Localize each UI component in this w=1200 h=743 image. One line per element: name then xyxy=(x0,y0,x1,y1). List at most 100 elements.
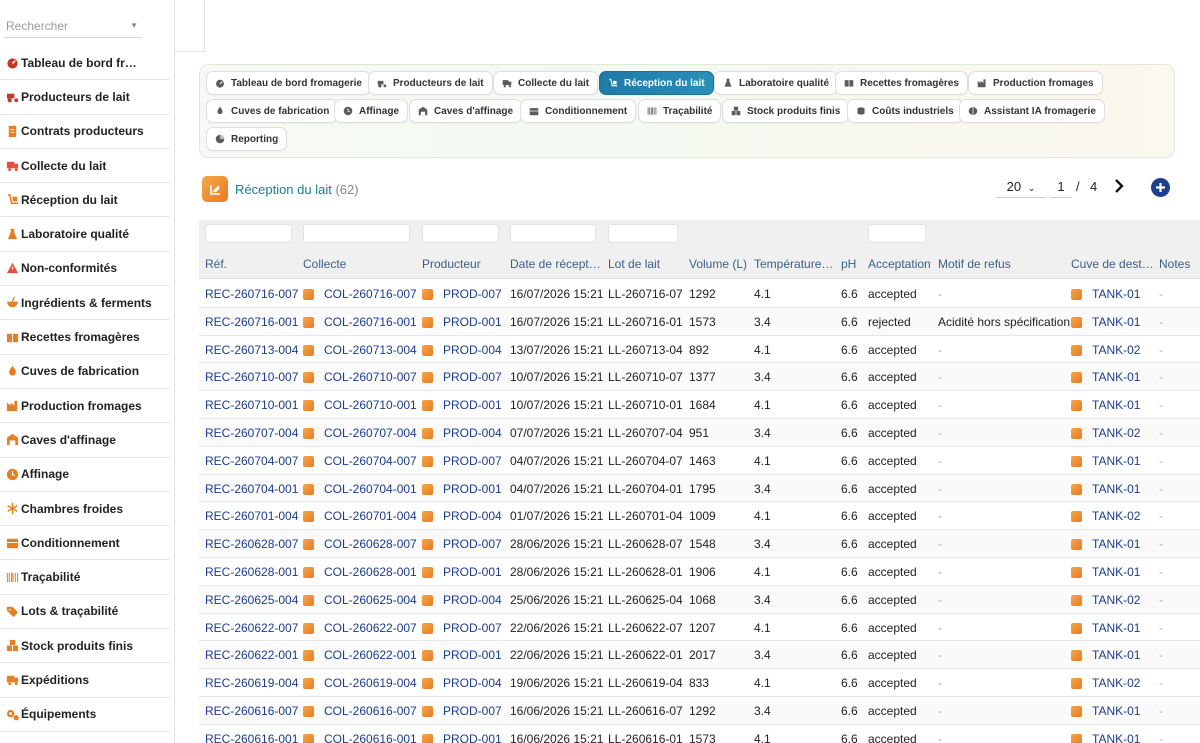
table-cell-link[interactable]: PROD-001 xyxy=(443,482,502,496)
table-cell-link[interactable]: PROD-001 xyxy=(443,732,502,743)
table-row[interactable]: REC-260625-004 COL-260625-004 PROD-004 25/0… xyxy=(199,585,1200,614)
module-tab[interactable]: Reporting xyxy=(206,127,288,151)
sidebar-item[interactable]: Collecte du lait xyxy=(0,149,170,184)
sidebar-item[interactable]: Lots & traçabilité xyxy=(0,595,170,630)
module-tab[interactable]: Laboratoire qualité xyxy=(714,71,839,95)
table-cell-link[interactable]: PROD-001 xyxy=(443,315,502,329)
table-cell-link[interactable]: COL-260716-001 xyxy=(324,315,417,329)
table-cell-link[interactable]: REC-260704-007 xyxy=(205,454,298,468)
table-cell-link[interactable]: REC-260707-004 xyxy=(205,426,298,440)
sidebar-item[interactable]: Laboratoire qualité xyxy=(0,217,170,252)
table-cell-link[interactable]: COL-260628-001 xyxy=(324,565,417,579)
module-tab[interactable]: Assistant IA fromagerie xyxy=(959,99,1105,123)
table-row[interactable]: REC-260716-007 COL-260716-007 PROD-007 16/0… xyxy=(199,280,1200,308)
table-cell-link[interactable]: REC-260628-007 xyxy=(205,537,298,551)
sidebar-item[interactable]: Contrats producteurs xyxy=(0,115,170,149)
table-row[interactable]: REC-260622-007 COL-260622-007 PROD-007 22/0… xyxy=(199,613,1200,642)
table-row[interactable]: REC-260622-001 COL-260622-001 PROD-001 22/0… xyxy=(199,641,1200,670)
table-cell-link[interactable]: TANK-01 xyxy=(1092,454,1140,468)
module-tab[interactable]: Recettes fromagères xyxy=(835,71,968,95)
sidebar-item[interactable]: Réception du lait xyxy=(0,183,170,218)
sidebar-item[interactable]: Recettes fromagères xyxy=(0,320,170,355)
table-cell-link[interactable]: REC-260625-004 xyxy=(205,593,298,607)
column-header[interactable]: Acceptation xyxy=(868,257,934,271)
table-cell-link[interactable]: TANK-01 xyxy=(1092,732,1140,743)
table-cell-link[interactable]: COL-260701-004 xyxy=(324,509,417,523)
column-header[interactable]: Volume (L) xyxy=(689,257,749,271)
table-row[interactable]: REC-260710-007 COL-260710-007 PROD-007 10/0… xyxy=(199,363,1200,392)
table-cell-link[interactable]: TANK-02 xyxy=(1092,676,1140,690)
table-row[interactable]: REC-260628-001 COL-260628-001 PROD-001 28/0… xyxy=(199,558,1200,586)
module-tab[interactable]: Production fromages xyxy=(968,71,1103,95)
search-select[interactable]: Rechercher ▼ xyxy=(4,12,142,38)
column-header[interactable]: Collecte xyxy=(303,257,418,271)
table-cell-link[interactable]: COL-260710-007 xyxy=(324,370,417,384)
table-cell-link[interactable]: REC-260713-004 xyxy=(205,343,298,357)
table-cell-link[interactable]: REC-260616-001 xyxy=(205,732,298,743)
table-cell-link[interactable]: PROD-004 xyxy=(443,676,502,690)
table-cell-link[interactable]: PROD-004 xyxy=(443,509,502,523)
sidebar-item[interactable]: Cuves de fabrication xyxy=(0,355,170,389)
table-cell-link[interactable]: PROD-007 xyxy=(443,370,502,384)
column-header[interactable]: Producteur xyxy=(422,257,507,271)
table-cell-link[interactable]: REC-260628-001 xyxy=(205,565,298,579)
table-cell-link[interactable]: COL-260616-001 xyxy=(324,732,417,743)
table-cell-link[interactable]: PROD-007 xyxy=(443,537,502,551)
table-cell-link[interactable]: REC-260622-001 xyxy=(205,648,298,662)
column-header[interactable]: Date de réception xyxy=(510,257,602,271)
table-cell-link[interactable]: COL-260704-007 xyxy=(324,454,417,468)
sidebar-item[interactable]: Conditionnement xyxy=(0,526,170,561)
table-cell-link[interactable]: TANK-01 xyxy=(1092,370,1140,384)
column-header[interactable]: Motif de refus xyxy=(938,257,1068,271)
table-cell-link[interactable]: PROD-001 xyxy=(443,398,502,412)
table-row[interactable]: REC-260713-004 COL-260713-004 PROD-004 13/0… xyxy=(199,335,1200,364)
table-cell-link[interactable]: TANK-02 xyxy=(1092,343,1140,357)
table-cell-link[interactable]: COL-260713-004 xyxy=(324,343,417,357)
module-tab[interactable]: Coûts industriels xyxy=(847,99,963,123)
table-cell-link[interactable]: TANK-01 xyxy=(1092,482,1140,496)
column-filter-input[interactable] xyxy=(422,224,499,243)
table-row[interactable]: REC-260704-001 COL-260704-001 PROD-001 04/0… xyxy=(199,474,1200,503)
table-cell-link[interactable]: COL-260707-004 xyxy=(324,426,417,440)
table-cell-link[interactable]: REC-260622-007 xyxy=(205,621,298,635)
table-cell-link[interactable]: REC-260710-001 xyxy=(205,398,298,412)
table-cell-link[interactable]: COL-260628-007 xyxy=(324,537,417,551)
table-cell-link[interactable]: REC-260716-007 xyxy=(205,287,298,301)
module-tab[interactable]: Traçabilité xyxy=(638,99,722,123)
table-row[interactable]: REC-260701-004 COL-260701-004 PROD-004 01/0… xyxy=(199,502,1200,531)
table-cell-link[interactable]: TANK-01 xyxy=(1092,648,1140,662)
table-cell-link[interactable]: REC-260616-007 xyxy=(205,704,298,718)
table-cell-link[interactable]: COL-260619-004 xyxy=(324,676,417,690)
table-row[interactable]: REC-260707-004 COL-260707-004 PROD-004 07/0… xyxy=(199,419,1200,447)
table-cell-link[interactable]: PROD-007 xyxy=(443,621,502,635)
table-cell-link[interactable]: TANK-02 xyxy=(1092,426,1140,440)
column-filter-input[interactable] xyxy=(608,224,678,243)
sidebar-item[interactable]: Équipements xyxy=(0,698,170,732)
table-cell-link[interactable]: REC-260716-001 xyxy=(205,315,298,329)
sidebar-item[interactable]: Producteurs de lait xyxy=(0,80,170,115)
table-cell-link[interactable]: REC-260619-004 xyxy=(205,676,298,690)
table-cell-link[interactable]: TANK-01 xyxy=(1092,287,1140,301)
next-page-button[interactable] xyxy=(1112,176,1128,196)
column-header[interactable]: Notes xyxy=(1159,257,1200,271)
chevron-down-icon[interactable]: ▼ xyxy=(130,21,138,30)
sidebar-item[interactable]: Traçabilité xyxy=(0,560,170,595)
table-cell-link[interactable]: PROD-004 xyxy=(443,426,502,440)
sidebar-item[interactable]: Chambres froides xyxy=(0,492,170,527)
module-tab[interactable]: Stock produits finis xyxy=(722,99,850,123)
column-header[interactable]: Réf. xyxy=(205,257,300,271)
table-row[interactable]: REC-260710-001 COL-260710-001 PROD-001 10/0… xyxy=(199,391,1200,419)
table-cell-link[interactable]: COL-260704-001 xyxy=(324,482,417,496)
table-cell-link[interactable]: TANK-01 xyxy=(1092,315,1140,329)
column-header[interactable]: Cuve de destination xyxy=(1071,257,1155,271)
table-cell-link[interactable]: TANK-01 xyxy=(1092,537,1140,551)
sidebar-item[interactable]: Affinage xyxy=(0,458,170,492)
sidebar-item[interactable]: Non-conformités xyxy=(0,252,170,287)
table-cell-link[interactable]: TANK-01 xyxy=(1092,621,1140,635)
table-cell-link[interactable]: PROD-007 xyxy=(443,704,502,718)
table-cell-link[interactable]: COL-260716-007 xyxy=(324,287,417,301)
table-cell-link[interactable]: TANK-02 xyxy=(1092,593,1140,607)
table-cell-link[interactable]: COL-260622-007 xyxy=(324,621,417,635)
current-page-input[interactable]: 1 xyxy=(1050,176,1072,198)
table-cell-link[interactable]: PROD-004 xyxy=(443,343,502,357)
